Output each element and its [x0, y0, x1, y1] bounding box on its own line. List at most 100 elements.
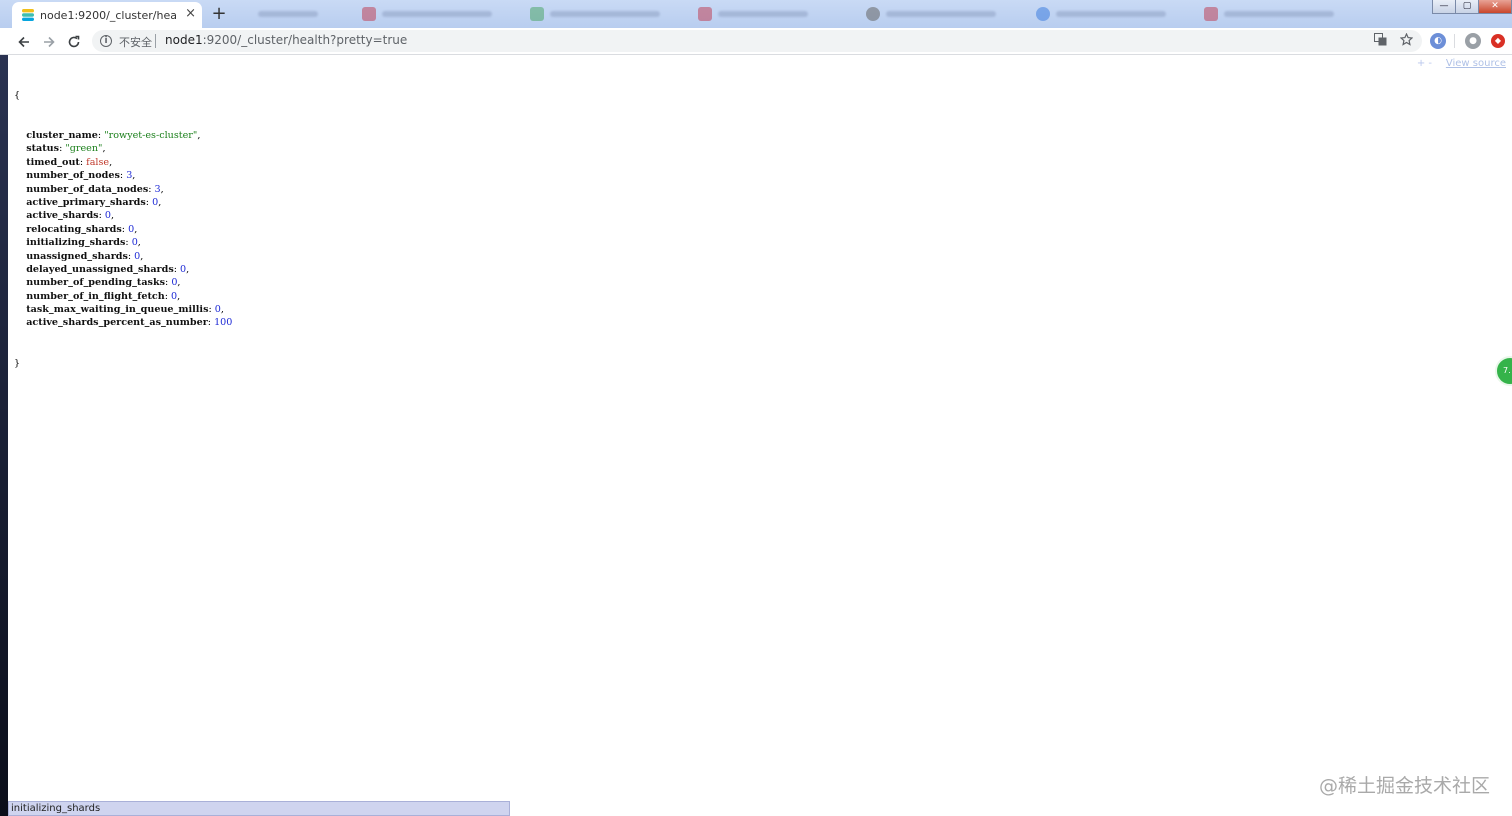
- json-comma: ,: [186, 263, 190, 275]
- json-comma: ,: [134, 223, 138, 235]
- view-source-link[interactable]: View source: [1446, 58, 1506, 69]
- json-value: 100: [214, 317, 233, 329]
- minimize-button[interactable]: —: [1432, 0, 1456, 14]
- info-icon[interactable]: i: [100, 35, 112, 47]
- desktop-edge: [0, 0, 8, 816]
- json-open-brace: {: [14, 89, 21, 101]
- json-value: "green": [65, 143, 103, 155]
- tab-background-title: [1224, 11, 1334, 17]
- tab-favicon-icon: [698, 7, 712, 21]
- tab-favicon-icon: [530, 7, 544, 21]
- json-entry: unassigned_shards: 0,: [26, 250, 144, 262]
- browser-toolbar: i 不安全 node1:9200/_cluster/health?pretty=…: [0, 28, 1512, 55]
- profile-icon[interactable]: ●: [1465, 33, 1481, 49]
- tab-background[interactable]: [1036, 6, 1186, 22]
- tab-background-title: [718, 11, 808, 17]
- json-entry: number_of_nodes: 3,: [26, 170, 136, 182]
- maximize-button[interactable]: ▢: [1455, 0, 1479, 14]
- tab-background-title: [258, 11, 318, 17]
- toolbar-separator: [1454, 34, 1455, 48]
- security-label[interactable]: 不安全: [119, 34, 152, 50]
- json-key: relocating_shards: [26, 223, 122, 235]
- json-key: initializing_shards: [26, 237, 126, 249]
- tab-background[interactable]: [698, 6, 848, 22]
- tab-background[interactable]: [1204, 6, 1354, 22]
- tab-favicon-icon: [362, 7, 376, 21]
- json-entry: initializing_shards: 0,: [26, 237, 141, 249]
- tab-active[interactable]: node1:9200/_cluster/health?p ×: [12, 2, 202, 28]
- json-entry: number_of_data_nodes: 3,: [26, 183, 164, 195]
- status-bar: initializing_shards: [8, 801, 510, 816]
- forward-arrow-icon: [44, 36, 55, 48]
- json-entry: active_shards: 0,: [26, 210, 115, 222]
- extension-icon[interactable]: ◐: [1430, 33, 1446, 49]
- extension-red-icon[interactable]: ◆: [1491, 34, 1505, 48]
- json-key: timed_out: [26, 156, 80, 168]
- back-arrow-icon: [18, 36, 29, 48]
- elasticsearch-favicon-icon: [22, 9, 34, 21]
- json-key: number_of_nodes: [26, 170, 120, 182]
- json-key: active_primary_shards: [26, 196, 146, 208]
- json-key: active_shards: [26, 210, 99, 222]
- json-key: number_of_in_flight_fetch: [26, 290, 165, 302]
- json-comma: ,: [160, 183, 164, 195]
- json-comma: ,: [177, 277, 181, 289]
- url-input[interactable]: node1:9200/_cluster/health?pretty=true: [165, 33, 407, 47]
- watermark: @稀土掘金技术社区: [1318, 775, 1490, 797]
- address-bar[interactable]: i 不安全 node1:9200/_cluster/health?pretty=…: [92, 30, 1422, 52]
- json-comma: ,: [197, 130, 201, 142]
- json-entry: relocating_shards: 0,: [26, 223, 138, 235]
- json-key: number_of_data_nodes: [26, 183, 149, 195]
- json-entry: task_max_waiting_in_queue_millis: 0,: [26, 304, 224, 316]
- json-entry: number_of_in_flight_fetch: 0,: [26, 290, 181, 302]
- json-entries: cluster_name: "rowyet-es-cluster", statu…: [14, 129, 232, 330]
- json-comma: ,: [110, 210, 115, 222]
- json-key: number_of_pending_tasks: [26, 277, 166, 289]
- url-host: node1: [165, 33, 203, 47]
- close-window-button[interactable]: ✕: [1478, 0, 1512, 14]
- json-value: false: [86, 156, 110, 168]
- json-comma: ,: [137, 237, 141, 249]
- json-entry: active_shards_percent_as_number: 100: [26, 317, 233, 329]
- new-tab-button[interactable]: +: [207, 3, 231, 25]
- json-comma: ,: [158, 196, 162, 208]
- json-entry: delayed_unassigned_shards: 0,: [26, 263, 190, 275]
- json-key: task_max_waiting_in_queue_millis: [26, 304, 209, 316]
- json-comma: ,: [132, 170, 136, 182]
- json-comma: ,: [109, 156, 113, 168]
- tab-background-title: [1056, 11, 1166, 17]
- tab-background-title: [382, 11, 492, 17]
- json-comma: ,: [102, 143, 106, 155]
- reload-button[interactable]: [64, 32, 84, 52]
- json-value: "rowyet-es-cluster": [104, 130, 198, 142]
- tab-close-icon[interactable]: ×: [185, 7, 196, 21]
- json-entry: status: "green",: [26, 143, 106, 155]
- json-view-toggle[interactable]: + -: [1417, 58, 1432, 69]
- tab-favicon-icon: [866, 7, 880, 21]
- tab-background-title: [886, 11, 996, 17]
- tab-background[interactable]: [530, 6, 680, 22]
- tab-strip: node1:9200/_cluster/health?p × +: [0, 0, 1512, 28]
- back-button[interactable]: [14, 32, 34, 52]
- browser-window: node1:9200/_cluster/health?p × +: [0, 0, 1512, 816]
- json-entry: cluster_name: "rowyet-es-cluster",: [26, 130, 201, 142]
- json-key: active_shards_percent_as_number: [26, 317, 208, 329]
- tab-favicon-icon: [1036, 7, 1050, 21]
- page-content: + - View source { cluster_name: "rowyet-…: [8, 56, 1512, 801]
- tab-background[interactable]: [238, 6, 348, 22]
- reload-icon: [68, 35, 80, 48]
- tab-title: node1:9200/_cluster/health?p: [40, 8, 178, 22]
- tab-background[interactable]: [362, 6, 512, 22]
- star-icon[interactable]: [1398, 32, 1414, 49]
- json-entry: timed_out: false,: [26, 156, 113, 168]
- json-key: delayed_unassigned_shards: [26, 263, 174, 275]
- tab-background[interactable]: [866, 6, 1016, 22]
- forward-button[interactable]: [39, 32, 59, 52]
- json-comma: ,: [140, 250, 144, 262]
- json-comma: ,: [177, 290, 181, 302]
- json-viewer: { cluster_name: "rowyet-es-cluster", sta…: [14, 62, 232, 397]
- translate-icon[interactable]: [1372, 33, 1388, 49]
- json-entry: number_of_pending_tasks: 0,: [26, 277, 181, 289]
- address-separator: [155, 34, 156, 48]
- json-entry: active_primary_shards: 0,: [26, 196, 162, 208]
